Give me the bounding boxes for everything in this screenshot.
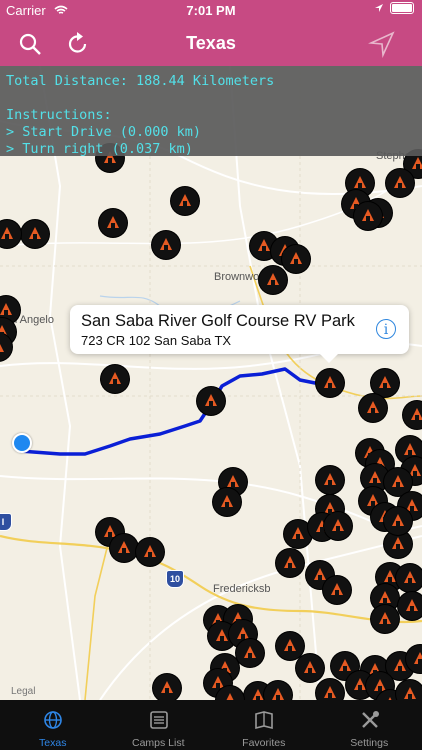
- campground-marker[interactable]: [276, 632, 304, 660]
- interstate-shield: 10: [166, 570, 184, 588]
- campground-marker[interactable]: [359, 394, 387, 422]
- campground-marker[interactable]: [316, 369, 344, 397]
- info-icon[interactable]: i: [376, 319, 396, 339]
- campground-marker[interactable]: [152, 231, 180, 259]
- total-distance: Total Distance: 188.44 Kilometers: [6, 73, 275, 89]
- tab-favorites[interactable]: Favorites: [211, 700, 317, 750]
- location-status-icon: [375, 4, 383, 12]
- campground-marker[interactable]: [324, 512, 352, 540]
- clock: 7:01 PM: [186, 3, 236, 18]
- callout-address: 723 CR 102 San Saba TX: [81, 333, 232, 348]
- tools-icon: [361, 711, 379, 728]
- directions-panel: Total Distance: 188.44 Kilometers Instru…: [0, 66, 422, 157]
- campground-marker[interactable]: [316, 466, 344, 494]
- battery-icon: [390, 2, 414, 14]
- callout-title: San Saba River Golf Course RV Park: [81, 312, 355, 330]
- campground-marker[interactable]: [396, 680, 422, 700]
- campground-marker[interactable]: [396, 564, 422, 592]
- campground-marker[interactable]: [316, 679, 344, 700]
- campground-marker[interactable]: [371, 369, 399, 397]
- campground-marker[interactable]: [259, 266, 287, 294]
- campground-marker[interactable]: [384, 507, 412, 535]
- tab-label: Favorites: [242, 737, 286, 749]
- tab-camps-list[interactable]: Camps List: [106, 700, 212, 750]
- globe-icon: [44, 711, 62, 729]
- location-arrow-icon[interactable]: [368, 30, 396, 58]
- campground-marker[interactable]: [153, 674, 181, 700]
- campground-marker[interactable]: [323, 576, 351, 604]
- book-icon: [255, 711, 273, 730]
- campground-marker[interactable]: [213, 488, 241, 516]
- tab-settings[interactable]: Settings: [317, 700, 422, 750]
- campground-marker[interactable]: [236, 639, 264, 667]
- campground-marker[interactable]: [136, 538, 164, 566]
- map-legal-link[interactable]: Legal: [11, 686, 35, 697]
- instruction-step: > Turn right (0.037 km): [6, 141, 193, 157]
- current-location-dot: [12, 433, 32, 453]
- status-bar: Carrier 7:01 PM: [0, 0, 422, 20]
- status-icons: [374, 2, 414, 14]
- campground-marker[interactable]: [371, 605, 399, 633]
- tab-bar: Texas Camps List Favorites Settings: [0, 700, 422, 750]
- tab-label: Texas: [39, 737, 67, 749]
- campground-marker[interactable]: [386, 169, 414, 197]
- tab-label: Camps List: [131, 737, 185, 749]
- tab-texas[interactable]: Texas: [0, 700, 106, 750]
- map-callout[interactable]: San Saba River Golf Course RV Park 723 C…: [70, 305, 409, 363]
- campground-marker[interactable]: [21, 220, 49, 248]
- map-view[interactable]: Brownwo an Angelo Fredericksb Stephenvi …: [0, 66, 422, 700]
- campground-marker[interactable]: [398, 592, 422, 620]
- list-icon: [149, 711, 168, 729]
- nav-bar: Texas: [0, 20, 422, 66]
- tab-label: Settings: [350, 737, 389, 749]
- campground-marker[interactable]: [101, 365, 129, 393]
- interstate-shield: I: [0, 513, 12, 531]
- campground-marker[interactable]: [296, 654, 324, 682]
- campground-marker[interactable]: [171, 187, 199, 215]
- campground-marker[interactable]: [276, 549, 304, 577]
- map-base: [0, 66, 422, 700]
- map-label-brownwood: Brownwo: [214, 271, 260, 283]
- map-label-fredericksburg: Fredericksb: [213, 583, 271, 595]
- campground-marker[interactable]: [110, 534, 138, 562]
- page-title: Texas: [186, 33, 236, 53]
- instructions-heading: Instructions:: [6, 107, 112, 123]
- campground-marker[interactable]: [197, 387, 225, 415]
- instruction-step: > Start Drive (0.000 km): [6, 124, 202, 140]
- campground-marker[interactable]: [99, 209, 127, 237]
- campground-marker[interactable]: [282, 245, 310, 273]
